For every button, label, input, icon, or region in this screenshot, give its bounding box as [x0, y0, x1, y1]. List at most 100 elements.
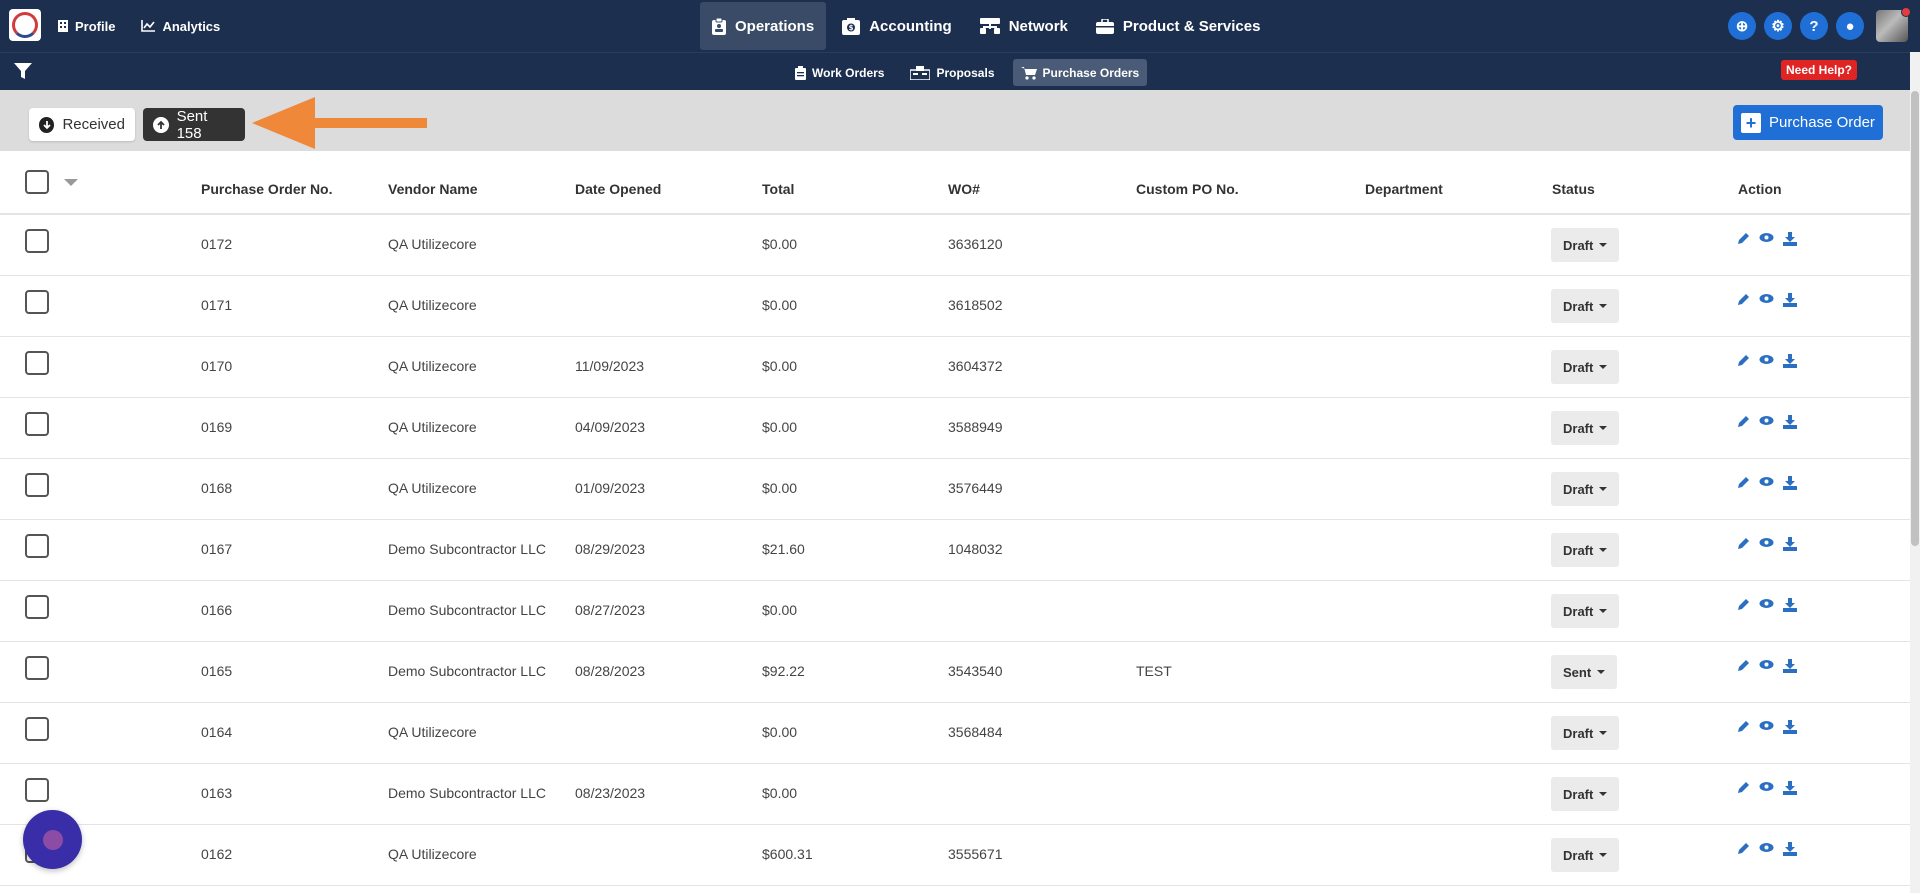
cell-vendor-name: Demo Subcontractor LLC [388, 785, 546, 801]
status-dropdown[interactable]: Draft [1551, 411, 1620, 445]
nav-accounting-label: Accounting [869, 17, 952, 35]
download-tray-icon[interactable] [1783, 415, 1797, 429]
row-checkbox[interactable] [25, 473, 49, 497]
pencil-icon[interactable] [1737, 415, 1750, 429]
download-tray-icon[interactable] [1783, 842, 1797, 856]
row-checkbox[interactable] [25, 290, 49, 314]
cell-po-number: 0167 [201, 541, 233, 557]
eye-icon[interactable] [1759, 476, 1774, 490]
bulk-actions-caret-icon[interactable] [64, 179, 78, 186]
status-dropdown[interactable]: Draft [1551, 472, 1620, 506]
status-label: Draft [1563, 786, 1594, 802]
download-tray-icon[interactable] [1783, 476, 1797, 490]
header-custom-po-number[interactable]: Custom PO No. [1136, 181, 1239, 197]
pencil-icon[interactable] [1737, 232, 1750, 246]
caret-down-icon [1599, 304, 1608, 308]
status-dropdown[interactable]: Draft [1551, 289, 1620, 323]
filter-icon[interactable] [14, 62, 32, 80]
status-dropdown[interactable]: Draft [1551, 594, 1620, 628]
pencil-icon[interactable] [1737, 537, 1750, 551]
download-tray-icon[interactable] [1783, 720, 1797, 734]
need-help-button[interactable]: Need Help? [1781, 60, 1858, 80]
avatar[interactable] [1876, 7, 1911, 42]
pencil-icon[interactable] [1737, 720, 1750, 734]
header-total[interactable]: Total [762, 181, 794, 197]
header-vendor-name[interactable]: Vendor Name [388, 181, 477, 197]
scrollbar-thumb[interactable] [1911, 91, 1919, 546]
caret-down-icon [1599, 731, 1608, 735]
download-circle-icon[interactable]: ⊕ [1728, 12, 1756, 40]
select-all-checkbox[interactable] [25, 170, 49, 194]
chat-widget-button[interactable] [23, 810, 82, 869]
eye-icon[interactable] [1759, 537, 1774, 551]
eye-icon[interactable] [1759, 842, 1774, 856]
add-purchase-order-button[interactable]: + Purchase Order [1733, 105, 1883, 140]
row-checkbox[interactable] [25, 595, 49, 619]
company-logo[interactable] [9, 9, 41, 41]
row-checkbox[interactable] [25, 656, 49, 680]
eye-icon[interactable] [1759, 415, 1774, 429]
subnav-work-orders[interactable]: Work Orders [787, 59, 892, 86]
question-icon[interactable]: ? [1800, 12, 1828, 40]
download-tray-icon[interactable] [1783, 293, 1797, 307]
cell-wo-number: 3555671 [948, 846, 1003, 862]
status-dropdown[interactable]: Draft [1551, 533, 1620, 567]
header-date-opened[interactable]: Date Opened [575, 181, 661, 197]
row-checkbox[interactable] [25, 717, 49, 741]
eye-icon[interactable] [1759, 720, 1774, 734]
cell-po-number: 0165 [201, 663, 233, 679]
header-department[interactable]: Department [1365, 181, 1443, 197]
chat-icon[interactable]: ● [1836, 12, 1864, 40]
eye-icon[interactable] [1759, 232, 1774, 246]
status-dropdown[interactable]: Sent [1551, 655, 1618, 689]
tab-received[interactable]: Received [29, 108, 135, 141]
status-dropdown[interactable]: Draft [1551, 838, 1620, 872]
subnav-proposals[interactable]: Proposals [902, 59, 1002, 86]
nav-operations[interactable]: Operations [700, 2, 827, 50]
tab-sent[interactable]: Sent 158 [143, 108, 245, 142]
nav-network[interactable]: Network [968, 2, 1080, 50]
eye-icon[interactable] [1759, 354, 1774, 368]
header-po-number[interactable]: Purchase Order No. [201, 181, 333, 197]
eye-icon[interactable] [1759, 598, 1774, 612]
row-checkbox[interactable] [25, 229, 49, 253]
table-row: 0167 Demo Subcontractor LLC 08/29/2023 $21.… [0, 520, 1910, 581]
eye-icon[interactable] [1759, 659, 1774, 673]
nav-product-services[interactable]: Product & Services [1084, 2, 1273, 50]
download-tray-icon[interactable] [1783, 598, 1797, 612]
status-dropdown[interactable]: Draft [1551, 228, 1620, 262]
download-tray-icon[interactable] [1783, 781, 1797, 795]
cell-total: $0.00 [762, 419, 798, 435]
download-tray-icon[interactable] [1783, 354, 1797, 368]
pencil-icon[interactable] [1737, 354, 1750, 368]
header-wo-number[interactable]: WO# [948, 181, 980, 197]
subnav-purchase-orders[interactable]: Purchase Orders [1012, 59, 1148, 86]
row-checkbox[interactable] [25, 412, 49, 436]
cell-po-number: 0170 [201, 358, 233, 374]
gear-icon[interactable]: ⚙ [1764, 12, 1792, 40]
row-checkbox[interactable] [25, 351, 49, 375]
plus-icon: + [1741, 112, 1762, 133]
network-icon [979, 18, 1000, 34]
download-tray-icon[interactable] [1783, 537, 1797, 551]
table-header: Purchase Order No. Vendor Name Date Open… [0, 151, 1910, 215]
row-checkbox[interactable] [25, 534, 49, 558]
pencil-icon[interactable] [1737, 476, 1750, 490]
pencil-icon[interactable] [1737, 781, 1750, 795]
pencil-icon[interactable] [1737, 659, 1750, 673]
download-tray-icon[interactable] [1783, 232, 1797, 246]
row-checkbox[interactable] [25, 778, 49, 802]
pencil-icon[interactable] [1737, 293, 1750, 307]
nav-profile[interactable]: Profile [58, 19, 115, 34]
nav-analytics[interactable]: Analytics [141, 19, 220, 34]
download-tray-icon[interactable] [1783, 659, 1797, 673]
header-status[interactable]: Status [1552, 181, 1595, 197]
pencil-icon[interactable] [1737, 842, 1750, 856]
status-dropdown[interactable]: Draft [1551, 350, 1620, 384]
nav-accounting[interactable]: $ Accounting [830, 2, 964, 50]
eye-icon[interactable] [1759, 781, 1774, 795]
status-dropdown[interactable]: Draft [1551, 716, 1620, 750]
eye-icon[interactable] [1759, 293, 1774, 307]
status-dropdown[interactable]: Draft [1551, 777, 1620, 811]
pencil-icon[interactable] [1737, 598, 1750, 612]
